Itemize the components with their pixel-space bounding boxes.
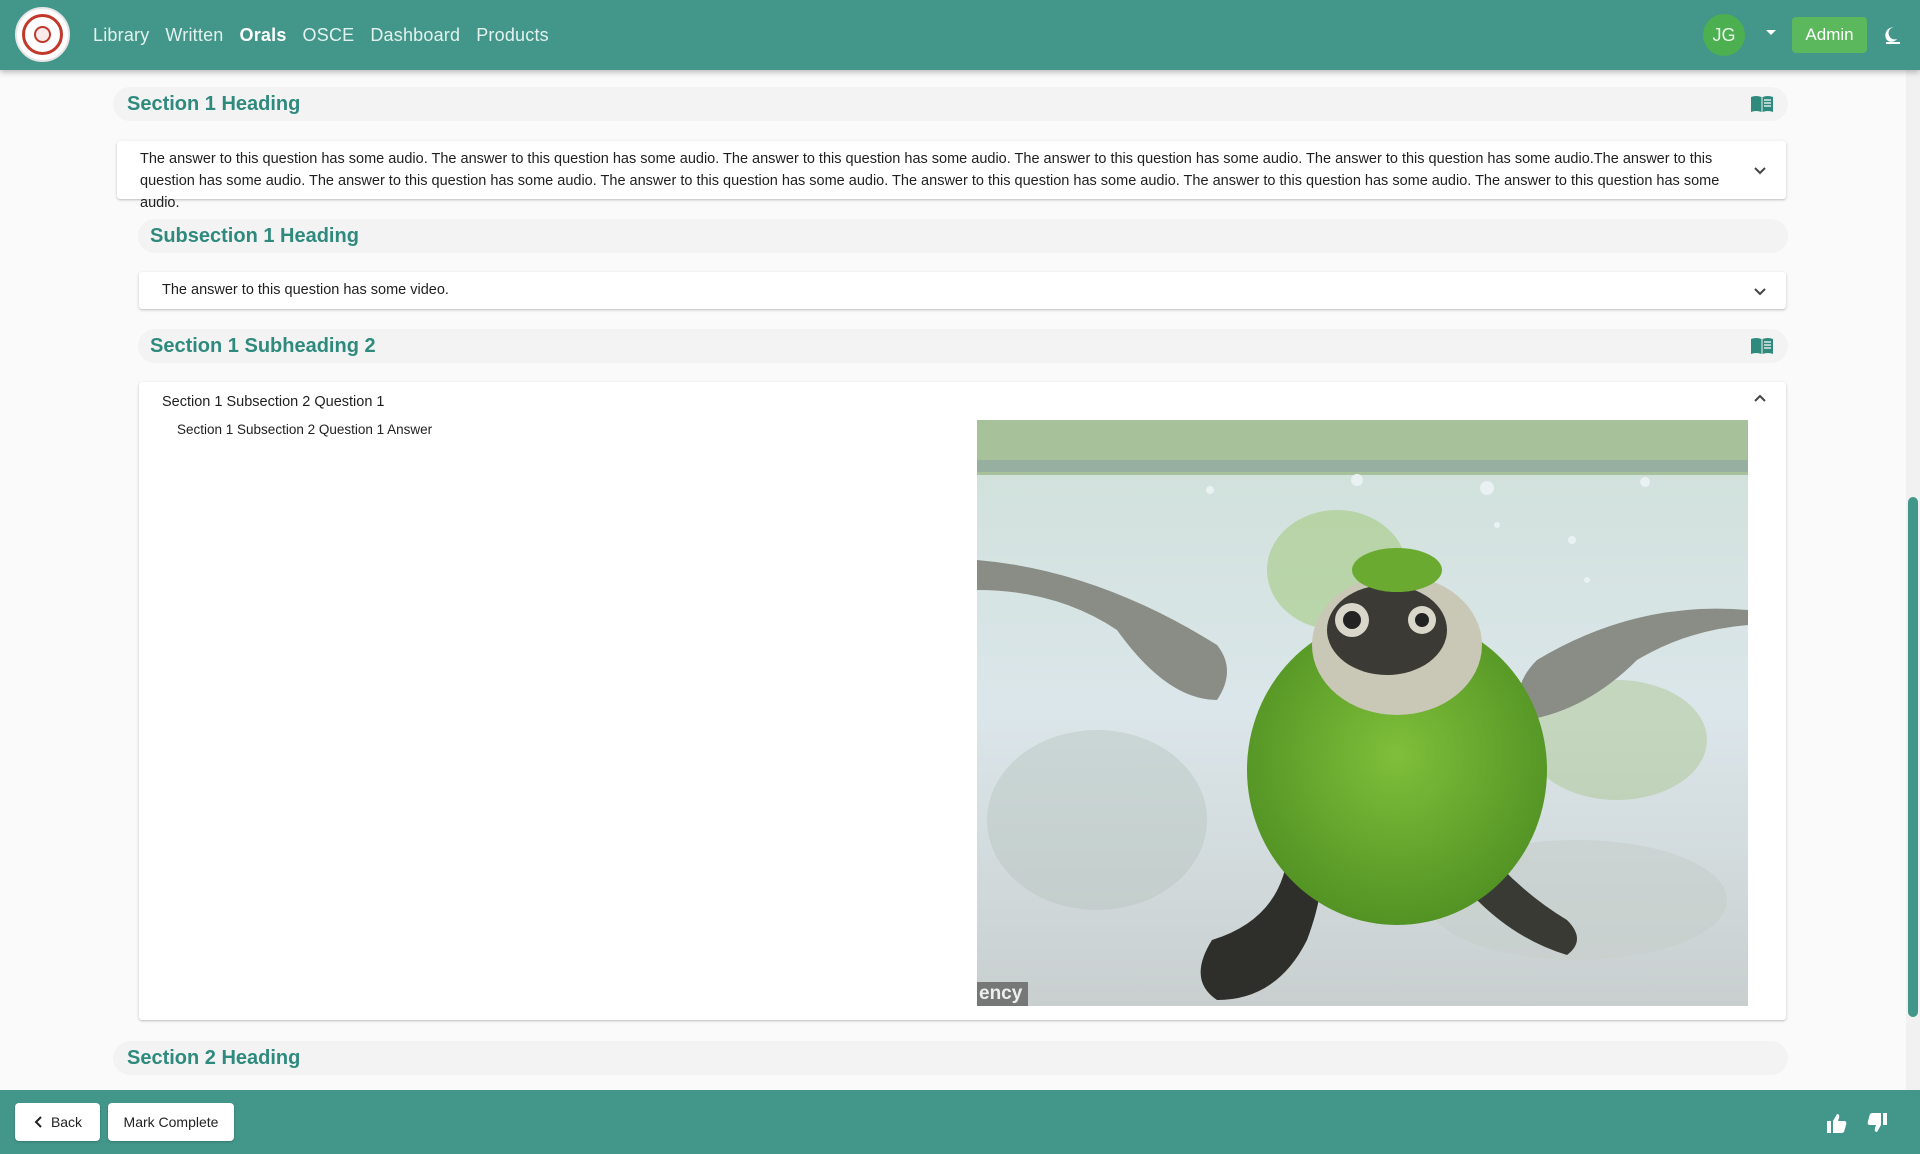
logo-core bbox=[34, 26, 51, 43]
user-avatar[interactable]: JG bbox=[1703, 14, 1745, 56]
section-2-heading-bar[interactable]: Section 2 Heading bbox=[113, 1041, 1788, 1075]
book-open-icon[interactable] bbox=[1750, 336, 1774, 356]
section-1-subheading-2: Section 1 Subheading 2 bbox=[150, 335, 376, 357]
video-watermark: ency bbox=[977, 982, 1029, 1006]
bottom-action-bar: Back Mark Complete bbox=[0, 1090, 1920, 1154]
thumbs-down-icon[interactable] bbox=[1866, 1112, 1888, 1134]
question-card-audio[interactable]: The answer to this question has some aud… bbox=[117, 141, 1786, 211]
nav-products[interactable]: Products bbox=[476, 25, 549, 46]
question-text-video: The answer to this question has some vid… bbox=[162, 282, 449, 298]
section-1-heading-bar[interactable]: Section 1 Heading bbox=[113, 87, 1788, 121]
book-open-icon[interactable] bbox=[1750, 94, 1774, 114]
question-text-audio: The answer to this question has some aud… bbox=[140, 151, 1720, 211]
logo-ring bbox=[22, 14, 63, 55]
section-1-heading: Section 1 Heading bbox=[127, 93, 301, 115]
section-1-subheading-2-bar[interactable]: Section 1 Subheading 2 bbox=[138, 329, 1788, 363]
nav-library[interactable]: Library bbox=[93, 25, 149, 46]
account-menu-caret-icon[interactable] bbox=[1766, 30, 1776, 35]
thumbs-up-icon[interactable] bbox=[1826, 1112, 1848, 1134]
chevron-left-icon bbox=[34, 1116, 42, 1128]
scrollbar-thumb[interactable] bbox=[1908, 497, 1918, 1017]
chevron-down-icon[interactable] bbox=[1753, 287, 1767, 297]
university-logo[interactable] bbox=[15, 7, 70, 62]
mark-complete-label: Mark Complete bbox=[123, 1114, 219, 1130]
back-button-label: Back bbox=[50, 1114, 83, 1130]
theme-toggle-icon[interactable] bbox=[1883, 25, 1903, 45]
chevron-down-icon[interactable] bbox=[1753, 166, 1767, 176]
turtle-image bbox=[977, 420, 1748, 1006]
main-nav: Library Written Orals OSCE Dashboard Pro… bbox=[93, 0, 549, 70]
nav-written[interactable]: Written bbox=[165, 25, 223, 46]
answer-video-frame[interactable]: ency bbox=[977, 420, 1748, 1006]
subsection-1-heading-bar[interactable]: Subsection 1 Heading bbox=[138, 219, 1788, 253]
nav-orals[interactable]: Orals bbox=[240, 25, 287, 46]
top-nav-bar: Library Written Orals OSCE Dashboard Pro… bbox=[0, 0, 1920, 70]
chevron-up-icon[interactable] bbox=[1753, 393, 1767, 403]
question-card-video[interactable]: The answer to this question has some vid… bbox=[139, 272, 1786, 309]
back-button[interactable]: Back bbox=[15, 1103, 100, 1141]
mark-complete-button[interactable]: Mark Complete bbox=[108, 1103, 234, 1141]
admin-button[interactable]: Admin bbox=[1792, 17, 1867, 53]
question-title-expanded[interactable]: Section 1 Subsection 2 Question 1 bbox=[162, 391, 384, 413]
nav-dashboard[interactable]: Dashboard bbox=[370, 25, 460, 46]
section-2-heading: Section 2 Heading bbox=[127, 1047, 301, 1069]
nav-osce[interactable]: OSCE bbox=[303, 25, 355, 46]
question-answer-expanded: Section 1 Subsection 2 Question 1 Answer bbox=[177, 422, 433, 437]
subsection-1-heading: Subsection 1 Heading bbox=[150, 225, 359, 247]
